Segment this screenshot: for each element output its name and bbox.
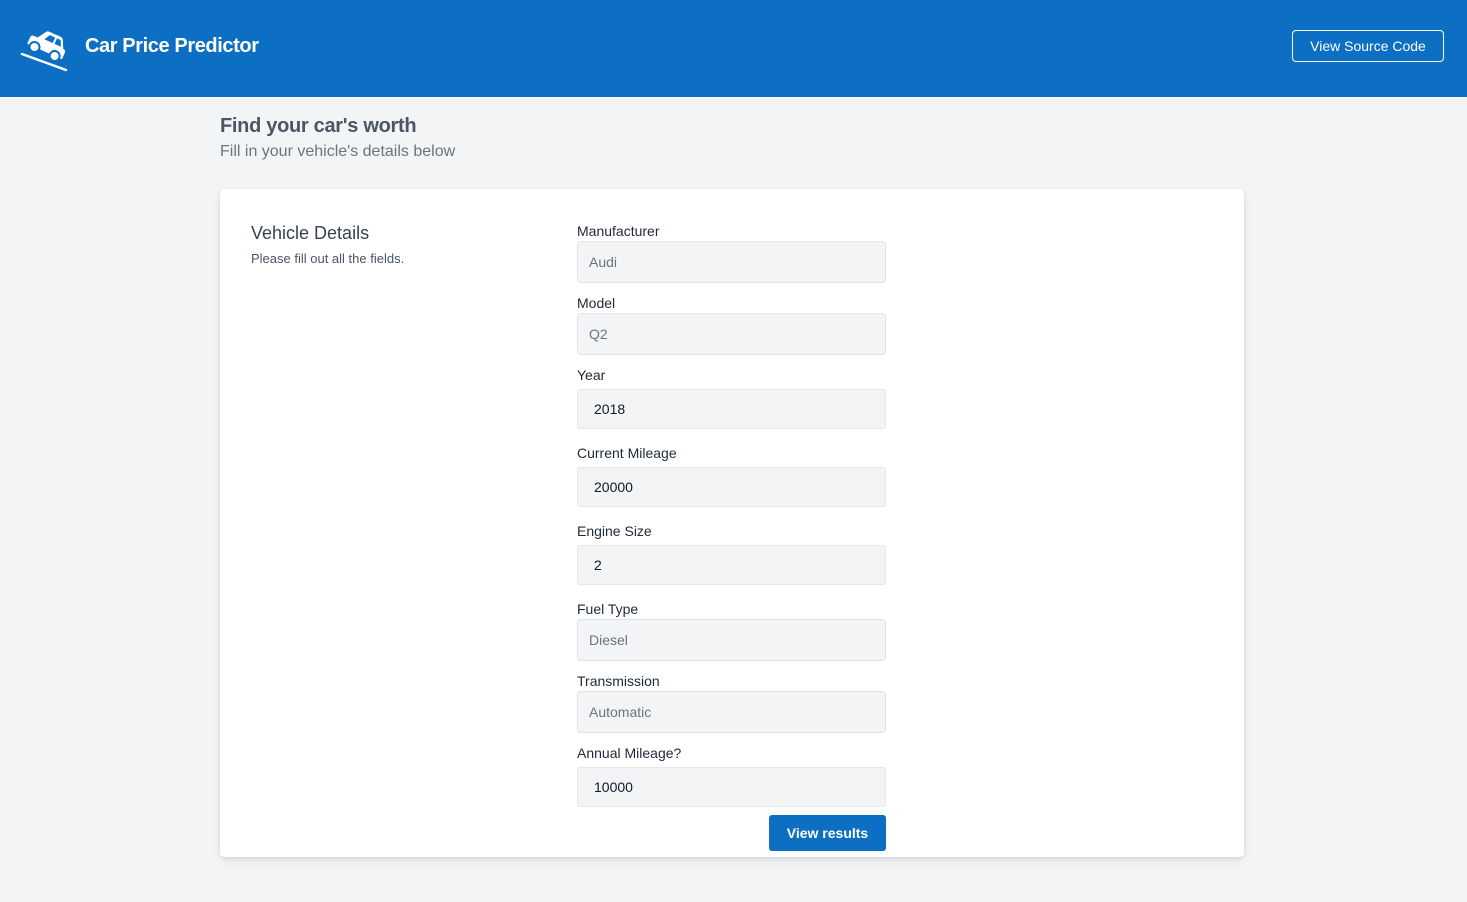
view-results-button[interactable]: View results [769,815,886,851]
card-subtitle: Please fill out all the fields. [251,251,405,266]
intro-section: Find your car's worth Fill in your vehic… [220,115,455,161]
card-description: Vehicle Details Please fill out all the … [251,223,404,266]
year-input[interactable] [577,389,886,429]
annual-mileage-label: Annual Mileage? [577,745,682,761]
app-title: Car Price Predictor [85,34,259,57]
page-title: Find your car's worth [220,115,417,137]
engine-size-input[interactable] [577,545,886,585]
year-label: Year [577,367,606,383]
manufacturer-select[interactable]: Audi [577,241,886,283]
model-label: Model [577,295,616,311]
current-mileage-input[interactable] [577,467,886,507]
page-subtitle: Fill in your vehicle's details below [220,143,456,160]
manufacturer-label: Manufacturer [577,223,660,239]
transmission-select[interactable]: Automatic [577,691,886,733]
vehicle-form: Manufacturer Audi Model Q2 Year Current … [577,223,886,851]
submit-row: View results [577,815,886,851]
transmission-label: Transmission [577,673,660,689]
annual-mileage-input[interactable] [577,767,886,807]
car-icon [20,31,68,72]
current-mileage-label: Current Mileage [577,445,677,461]
model-select[interactable]: Q2 [577,313,886,355]
fuel-type-select[interactable]: Diesel [577,619,886,661]
app-header: Car Price Predictor View Source Code [0,0,1467,97]
vehicle-details-card: Vehicle Details Please fill out all the … [220,189,1244,857]
view-source-code-button[interactable]: View Source Code [1292,30,1444,62]
fuel-type-label: Fuel Type [577,601,639,617]
brand[interactable]: Car Price Predictor [20,20,259,72]
card-title: Vehicle Details [251,223,370,243]
engine-size-label: Engine Size [577,523,652,539]
